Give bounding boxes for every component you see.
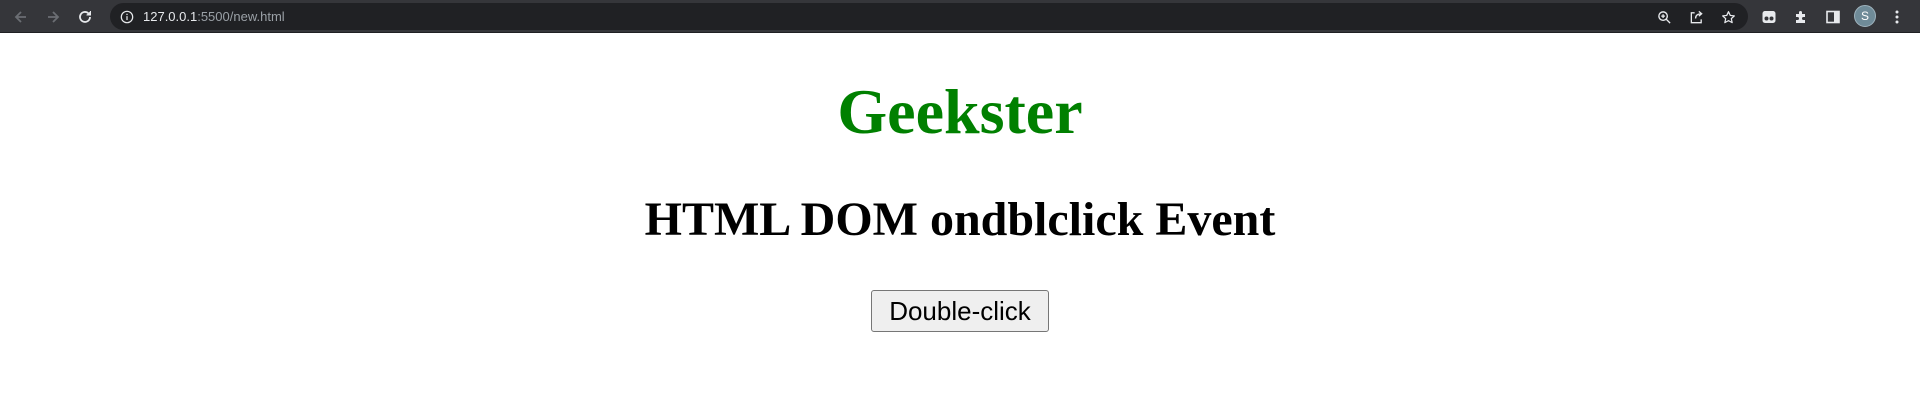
page-content: Geekster HTML DOM ondblclick Event Doubl… [0, 34, 1920, 419]
browser-menu-button[interactable] [1884, 4, 1910, 30]
url-host: 127.0.0.1 [143, 9, 198, 24]
side-panel-button[interactable] [1820, 4, 1846, 30]
url-path: :5500/new.html [197, 9, 285, 24]
back-button[interactable] [8, 4, 34, 30]
share-icon [1690, 10, 1703, 23]
zoom-icon [1657, 10, 1671, 24]
kebab-menu-icon [1895, 10, 1899, 24]
extensions-button[interactable] [1788, 4, 1814, 30]
double-click-button[interactable]: Double-click [871, 290, 1049, 332]
browser-toolbar: 127.0.0.1:5500/new.html S [0, 0, 1920, 33]
reload-button[interactable] [72, 4, 98, 30]
extension-badge-icon [1762, 11, 1776, 23]
puzzle-icon [1796, 11, 1805, 23]
url-text[interactable]: 127.0.0.1:5500/new.html [143, 9, 285, 24]
back-arrow-icon [14, 11, 26, 23]
extension-button[interactable] [1756, 4, 1782, 30]
profile-avatar[interactable]: S [1854, 5, 1876, 27]
page-title: Geekster [837, 76, 1083, 147]
info-icon [120, 10, 133, 23]
page-subtitle: HTML DOM ondblclick Event [644, 193, 1276, 246]
forward-button[interactable] [40, 4, 66, 30]
star-icon [1721, 10, 1735, 23]
bookmark-button[interactable] [1718, 7, 1738, 27]
site-info-button[interactable] [118, 8, 135, 25]
reload-icon [79, 11, 91, 23]
zoom-button[interactable] [1654, 7, 1674, 27]
share-button[interactable] [1686, 7, 1706, 27]
forward-arrow-icon [48, 11, 60, 23]
address-bar[interactable]: 127.0.0.1:5500/new.html [110, 3, 1748, 30]
side-panel-icon [1826, 10, 1840, 24]
